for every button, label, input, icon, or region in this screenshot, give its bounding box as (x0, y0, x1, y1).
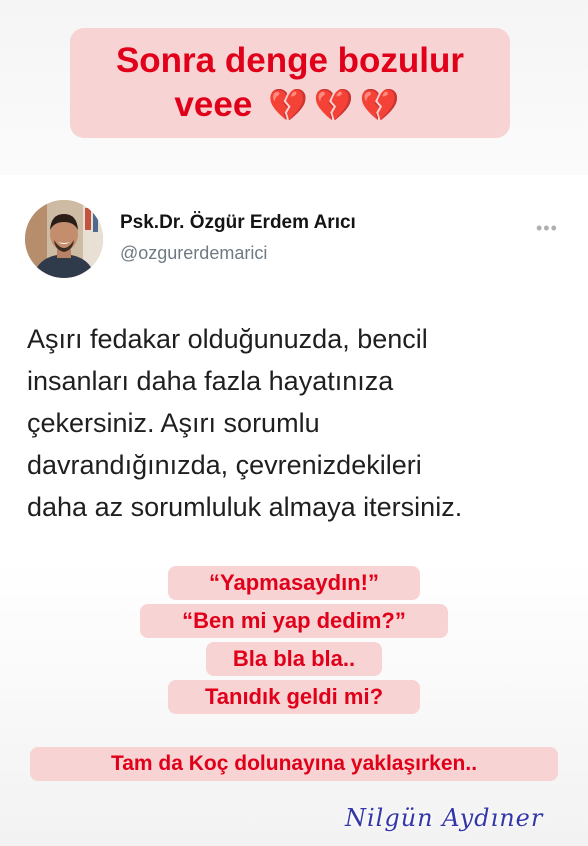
author-handle[interactable]: @ozgurerdemarici (120, 243, 267, 264)
watermark: Nilgün Aydıner (345, 804, 544, 832)
broken-hearts-icon: 💔💔💔 (268, 87, 406, 123)
more-options-icon[interactable]: ••• (536, 218, 558, 239)
quote-1: “Yapmasaydın!” (168, 566, 420, 600)
tweet-line-4: davrandığınızda, çevrenizdekileri (27, 450, 422, 480)
headline-line-1: Sonra denge bozulur (115, 41, 465, 80)
avatar[interactable] (25, 200, 103, 278)
quote-4: Tanıdık geldi mi? (168, 680, 420, 714)
quote-2: “Ben mi yap dedim?” (140, 604, 448, 638)
tweet-line-3: çekersiniz. Aşırı sorumlu (27, 408, 320, 438)
tweet-line-1: Aşırı fedakar olduğunuzda, bencil (27, 324, 428, 354)
headline-veee: veee (174, 85, 253, 124)
headline-line-2: veee 💔💔💔 (70, 82, 510, 128)
tweet-text: Aşırı fedakar olduğunuzda, bencil insanl… (27, 318, 567, 528)
tweet-line-5: daha az sorumluluk almaya itersiniz. (27, 492, 463, 522)
author-name[interactable]: Psk.Dr. Özgür Erdem Arıcı (120, 212, 356, 234)
quote-3: Bla bla bla.. (206, 642, 382, 676)
headline-banner: Sonra denge bozulur veee 💔💔💔 (70, 28, 510, 138)
profile-photo-icon (25, 200, 103, 278)
tweet-line-2: insanları daha fazla hayatınıza (27, 366, 394, 396)
footer-caption: Tam da Koç dolunayına yaklaşırken.. (30, 747, 558, 781)
